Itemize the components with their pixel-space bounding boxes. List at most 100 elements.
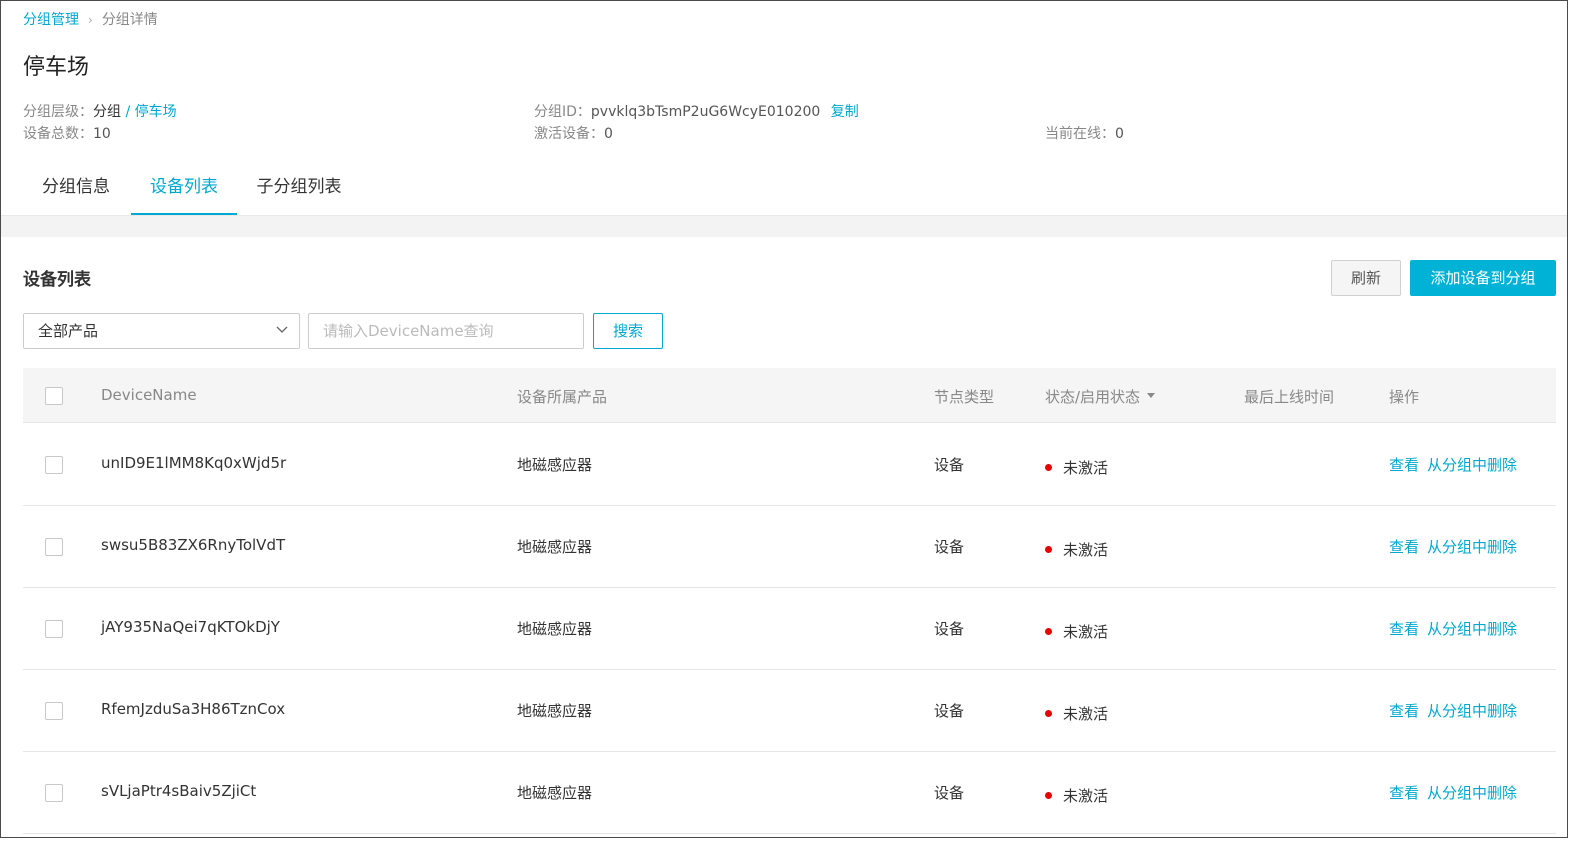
- group-level: 分组层级：分组 / 停车场: [23, 101, 177, 121]
- remove-from-group-link[interactable]: 从分组中删除: [1427, 620, 1517, 638]
- section-divider: [1, 215, 1567, 237]
- status-dot-icon: [1045, 546, 1052, 553]
- view-device-link[interactable]: 查看: [1389, 538, 1419, 556]
- group-id: 分组ID：pvvklq3bTsmP2uG6WcyE010200 复制: [534, 101, 859, 121]
- device-product: 地磁感应器: [517, 702, 593, 720]
- group-level-label: 分组层级：: [23, 104, 93, 120]
- page: 分组管理 › 分组详情 停车场 分组层级：分组 / 停车场 设备总数：10 分组ID…: [0, 0, 1568, 838]
- device-total-label: 设备总数：: [23, 126, 93, 142]
- column-header-product: 设备所属产品: [517, 388, 608, 406]
- device-status: 未激活: [1045, 621, 1108, 642]
- device-name-search-input[interactable]: [308, 313, 584, 349]
- search-button[interactable]: 搜索: [593, 313, 663, 349]
- row-checkbox[interactable]: [45, 620, 63, 638]
- device-status: 未激活: [1045, 703, 1108, 724]
- device-node-type: 设备: [934, 620, 965, 638]
- online-devices-label: 当前在线：: [1045, 126, 1115, 142]
- view-device-link[interactable]: 查看: [1389, 702, 1419, 720]
- view-device-link[interactable]: 查看: [1389, 456, 1419, 474]
- column-header-status[interactable]: 状态/启用状态: [1045, 386, 1156, 407]
- device-name: jAY935NaQei7qKTOkDjY: [101, 618, 280, 636]
- group-level-root: 分组: [93, 104, 121, 120]
- sort-caret-icon: [1147, 393, 1156, 398]
- status-dot-icon: [1045, 464, 1052, 471]
- tab-subgroup-list[interactable]: 子分组列表: [243, 163, 355, 215]
- select-all-checkbox[interactable]: [45, 387, 63, 405]
- device-name: RfemJzduSa3H86TznCox: [101, 700, 286, 718]
- activated-devices-value: 0: [604, 126, 613, 142]
- device-node-type: 设备: [934, 456, 965, 474]
- column-header-last-online: 最后上线时间: [1244, 388, 1335, 406]
- device-status-text: 未激活: [1063, 705, 1109, 723]
- device-name: sVLjaPtr4sBaiv5ZjiCt: [101, 782, 257, 800]
- device-status-text: 未激活: [1063, 623, 1109, 641]
- table-row: sVLjaPtr4sBaiv5ZjiCt 地磁感应器 设备 未激活 查看 从分组中…: [23, 752, 1556, 834]
- device-status-text: 未激活: [1063, 459, 1109, 477]
- product-select-value: 全部产品: [38, 322, 99, 340]
- activated-devices-label: 激活设备：: [534, 126, 604, 142]
- table-header: DeviceName 设备所属产品 节点类型 状态/启用状态 最后上线时间 操作: [23, 368, 1556, 423]
- status-dot-icon: [1045, 792, 1052, 799]
- status-dot-icon: [1045, 710, 1052, 717]
- device-node-type: 设备: [934, 784, 965, 802]
- row-actions: 查看 从分组中删除: [1389, 454, 1517, 475]
- device-total: 设备总数：10: [23, 123, 111, 143]
- row-actions: 查看 从分组中删除: [1389, 536, 1517, 557]
- device-status-text: 未激活: [1063, 787, 1109, 805]
- device-status: 未激活: [1045, 785, 1108, 806]
- device-product: 地磁感应器: [517, 456, 593, 474]
- remove-from-group-link[interactable]: 从分组中删除: [1427, 784, 1517, 802]
- activated-devices: 激活设备：0: [534, 123, 613, 143]
- device-status: 未激活: [1045, 457, 1108, 478]
- row-actions: 查看 从分组中删除: [1389, 782, 1517, 803]
- view-device-link[interactable]: 查看: [1389, 784, 1419, 802]
- device-product: 地磁感应器: [517, 620, 593, 638]
- table-row: jAY935NaQei7qKTOkDjY 地磁感应器 设备 未激活 查看 从分组中…: [23, 588, 1556, 670]
- device-node-type: 设备: [934, 702, 965, 720]
- row-checkbox[interactable]: [45, 784, 63, 802]
- device-total-value: 10: [93, 126, 111, 142]
- breadcrumb: 分组管理 › 分组详情: [23, 9, 158, 29]
- group-id-value: pvvklq3bTsmP2uG6WcyE010200: [590, 104, 821, 120]
- device-product: 地磁感应器: [517, 784, 593, 802]
- page-title: 停车场: [23, 55, 90, 80]
- remove-from-group-link[interactable]: 从分组中删除: [1427, 702, 1517, 720]
- table-row: RfemJzduSa3H86TznCox 地磁感应器 设备 未激活 查看 从分组中…: [23, 670, 1556, 752]
- tab-group-info[interactable]: 分组信息: [23, 163, 129, 215]
- chevron-down-icon: [276, 326, 288, 333]
- row-actions: 查看 从分组中删除: [1389, 700, 1517, 721]
- remove-from-group-link[interactable]: 从分组中删除: [1427, 456, 1517, 474]
- device-name: unID9E1lMM8Kq0xWjd5r: [101, 454, 287, 472]
- column-header-device-name: DeviceName: [101, 386, 197, 404]
- device-status-text: 未激活: [1063, 541, 1109, 559]
- table-row: swsu5B83ZX6RnyTolVdT 地磁感应器 设备 未激活 查看 从分组中…: [23, 506, 1556, 588]
- device-node-type: 设备: [934, 538, 965, 556]
- online-devices-value: 0: [1115, 126, 1124, 142]
- device-name: swsu5B83ZX6RnyTolVdT: [101, 536, 286, 554]
- row-actions: 查看 从分组中删除: [1389, 618, 1517, 639]
- column-header-node-type: 节点类型: [934, 388, 995, 406]
- remove-from-group-link[interactable]: 从分组中删除: [1427, 538, 1517, 556]
- column-header-status-label: 状态/启用状态: [1045, 388, 1141, 406]
- table-row: unID9E1lMM8Kq0xWjd5r 地磁感应器 设备 未激活 查看 从分组中…: [23, 424, 1556, 506]
- copy-group-id-link[interactable]: 复制: [831, 104, 859, 120]
- section-title: 设备列表: [23, 270, 91, 290]
- status-dot-icon: [1045, 628, 1052, 635]
- device-status: 未激活: [1045, 539, 1108, 560]
- chevron-right-icon: ›: [88, 13, 93, 27]
- tab-device-list[interactable]: 设备列表: [131, 163, 237, 215]
- row-checkbox[interactable]: [45, 538, 63, 556]
- group-level-child-link[interactable]: / 停车场: [125, 104, 176, 120]
- refresh-button[interactable]: 刷新: [1331, 260, 1401, 296]
- column-header-actions: 操作: [1389, 388, 1420, 406]
- row-checkbox[interactable]: [45, 702, 63, 720]
- row-checkbox[interactable]: [45, 456, 63, 474]
- add-device-to-group-button[interactable]: 添加设备到分组: [1410, 260, 1556, 296]
- view-device-link[interactable]: 查看: [1389, 620, 1419, 638]
- breadcrumb-current: 分组详情: [101, 12, 158, 28]
- group-id-label: 分组ID：: [534, 104, 591, 120]
- device-product: 地磁感应器: [517, 538, 593, 556]
- breadcrumb-parent-link[interactable]: 分组管理: [23, 12, 79, 28]
- product-select[interactable]: 全部产品: [23, 313, 300, 349]
- online-devices: 当前在线：0: [1045, 123, 1124, 143]
